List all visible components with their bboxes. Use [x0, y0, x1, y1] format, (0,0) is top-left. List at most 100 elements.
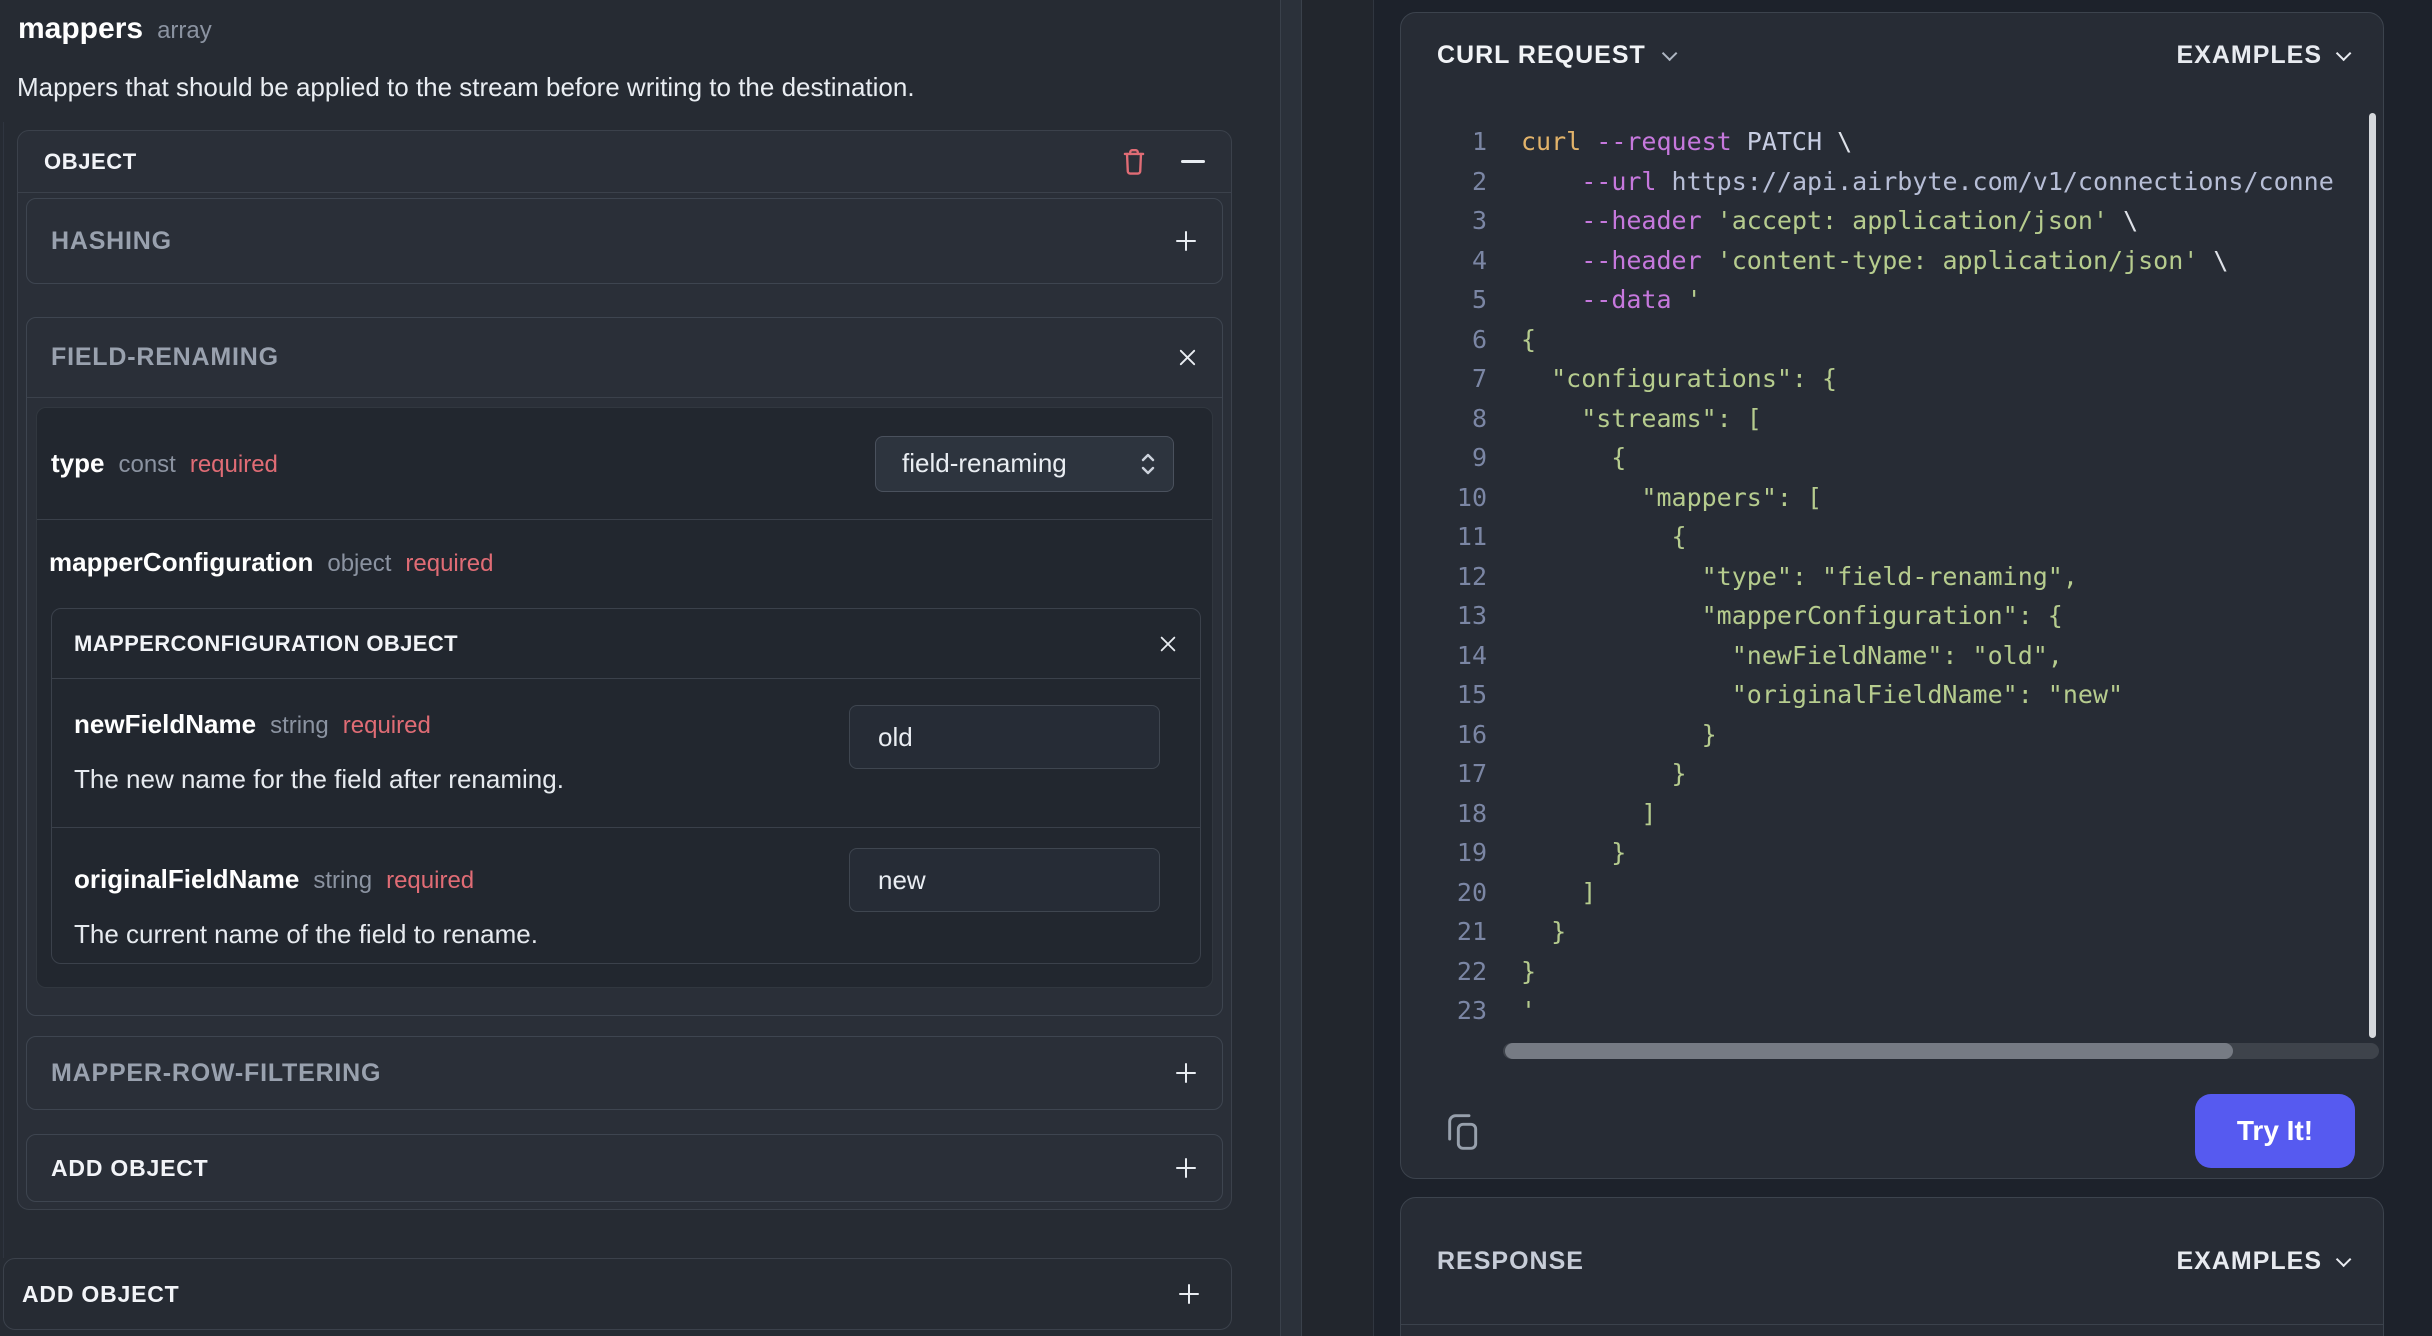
line-number: 13: [1456, 601, 1487, 630]
line-number: 11: [1456, 522, 1487, 551]
add-object-button-inner[interactable]: ADD OBJECT: [26, 1134, 1223, 1202]
line-number: 8: [1471, 403, 1487, 433]
code-line: 9 {: [1425, 438, 2334, 478]
line-number: 1: [1471, 127, 1487, 156]
code-line: 18 ]: [1425, 794, 2334, 834]
code-line: 16 }: [1425, 715, 2334, 755]
field-renaming-title: FIELD-RENAMING: [51, 343, 279, 371]
line-content: {: [1521, 443, 1627, 472]
array-container-border: [3, 122, 4, 1258]
line-number: 9: [1471, 443, 1487, 472]
response-examples-dropdown[interactable]: EXAMPLES: [2176, 1247, 2352, 1276]
type-property-row: type const required field-renaming: [37, 408, 1212, 520]
original-field-name-row: originalFieldName string required The cu…: [52, 827, 1200, 964]
copy-code-button[interactable]: [1445, 1111, 1485, 1155]
try-it-button[interactable]: Try It!: [2195, 1094, 2355, 1168]
api-docs-page: mappers array Mappers that should be app…: [0, 0, 2432, 1336]
close-icon[interactable]: [1177, 347, 1198, 368]
add-object-label: ADD OBJECT: [51, 1154, 209, 1181]
code-line: 11 {: [1425, 517, 2334, 557]
new-field-name-input[interactable]: old: [849, 705, 1160, 769]
line-number: 14: [1456, 640, 1487, 670]
examples-dropdown[interactable]: EXAMPLES: [2176, 40, 2352, 70]
line-content: "configurations": {: [1521, 364, 1838, 393]
property-required-badge: required: [342, 712, 431, 739]
property-meta: const: [118, 451, 176, 478]
code-line: 15 "originalFieldName": "new": [1425, 675, 2334, 715]
delete-object-button[interactable]: [1121, 147, 1147, 177]
line-content: --header 'accept: application/json' \: [1581, 206, 2139, 235]
close-icon[interactable]: [1158, 634, 1178, 654]
copy-icon: [1445, 1111, 1485, 1155]
code-line: 7 "configurations": {: [1425, 359, 2334, 399]
mapper-configuration-label: mapperConfiguration object required: [49, 547, 1212, 581]
property-meta: object: [327, 550, 392, 577]
chevron-down-icon: [2335, 45, 2352, 61]
line-content: ]: [1521, 798, 1657, 828]
line-content: "type": "field-renaming",: [1521, 561, 2078, 591]
code-horizontal-scrollbar[interactable]: [1503, 1043, 2379, 1059]
line-number: 15: [1456, 680, 1487, 709]
code-line: 14 "newFieldName": "old",: [1425, 636, 2334, 676]
line-content: --data ': [1581, 285, 1702, 314]
type-property-label: type const required: [51, 448, 875, 479]
collapse-object-button[interactable]: [1181, 160, 1205, 163]
line-number: 4: [1471, 245, 1487, 275]
line-content: --url https://api.airbyte.com/v1/connect…: [1581, 166, 2334, 196]
curl-request-title: CURL REQUEST: [1437, 40, 1646, 69]
line-number: 22: [1456, 956, 1487, 986]
code-line: 13 "mapperConfiguration": {: [1425, 596, 2334, 636]
curl-request-dropdown[interactable]: CURL REQUEST: [1437, 41, 2176, 70]
line-content: "originalFieldName": "new": [1521, 680, 2124, 709]
line-content: }: [1521, 956, 1537, 986]
line-number: 12: [1456, 561, 1487, 591]
code-line: 10 "mappers": [: [1425, 478, 2334, 518]
input-value: new: [878, 864, 926, 895]
scrollbar-thumb[interactable]: [1505, 1043, 2233, 1059]
line-number: 23: [1456, 996, 1487, 1025]
line-content: "streams": [: [1521, 403, 1762, 433]
code-line: 23 ': [1425, 991, 2334, 1031]
line-content: --header 'content-type: application/json…: [1581, 245, 2229, 275]
original-field-name-input[interactable]: new: [849, 848, 1160, 912]
code-line: 3 --header 'accept: application/json' \: [1425, 201, 2334, 241]
line-content: ]: [1521, 877, 1597, 907]
line-number: 6: [1471, 324, 1487, 354]
docs-scrollbar[interactable]: [1280, 0, 1302, 1336]
code-line: 2 --url https://api.airbyte.com/v1/conne…: [1425, 162, 2334, 202]
field-renaming-section: FIELD-RENAMING type const required field…: [26, 317, 1223, 1016]
line-content: {: [1521, 324, 1537, 354]
code-line: 22}: [1425, 952, 2334, 992]
plus-icon: [1174, 1061, 1198, 1085]
mapper-row-filtering-section-row[interactable]: MAPPER-ROW-FILTERING: [26, 1036, 1223, 1110]
property-name: newFieldName: [74, 709, 257, 739]
line-content: }: [1521, 838, 1627, 867]
property-required-badge: required: [386, 867, 475, 894]
property-description: The current name of the field to rename.: [74, 919, 538, 949]
line-number: 10: [1456, 482, 1487, 512]
line-content: }: [1521, 719, 1717, 749]
line-content: }: [1521, 759, 1687, 788]
response-title: RESPONSE: [1437, 1246, 1584, 1275]
hashing-section-row[interactable]: HASHING: [26, 198, 1223, 284]
response-panel-header: RESPONSE EXAMPLES: [1401, 1198, 2383, 1325]
line-content: curl --request PATCH \: [1521, 127, 1853, 156]
code-vertical-scrollbar[interactable]: [2369, 113, 2376, 1038]
line-number: 3: [1471, 206, 1487, 235]
field-renaming-header[interactable]: FIELD-RENAMING: [27, 318, 1222, 398]
property-name: originalFieldName: [74, 864, 300, 894]
trash-icon: [1121, 147, 1147, 177]
property-required-badge: required: [189, 451, 278, 478]
code-line: 6{: [1425, 320, 2334, 360]
code-line: 8 "streams": [: [1425, 399, 2334, 439]
field-heading: mappers array: [18, 12, 212, 46]
add-object-button-outer[interactable]: ADD OBJECT: [3, 1258, 1232, 1330]
property-name: type: [51, 448, 105, 478]
line-number: 17: [1456, 759, 1487, 788]
type-select[interactable]: field-renaming: [875, 435, 1174, 492]
examples-label: EXAMPLES: [2176, 40, 2322, 69]
field-type-badge: array: [157, 17, 212, 44]
field-description: Mappers that should be applied to the st…: [17, 72, 915, 102]
line-content: {: [1521, 522, 1687, 551]
property-meta: string: [313, 867, 373, 894]
